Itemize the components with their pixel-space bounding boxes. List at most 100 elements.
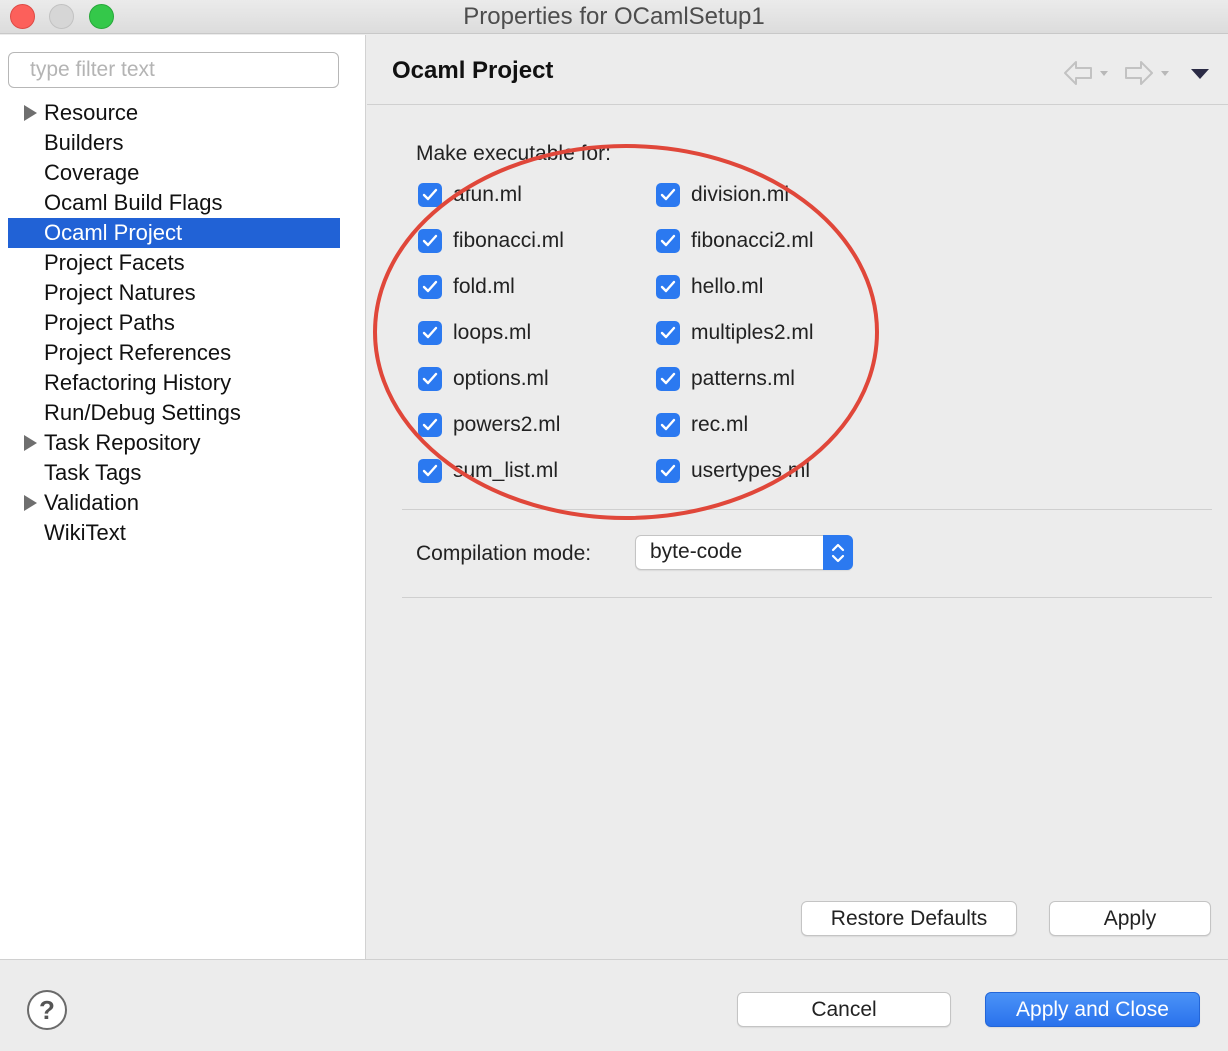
back-arrow-icon [1064,61,1108,85]
file-checkbox[interactable] [656,367,680,391]
file-checkbox[interactable] [656,321,680,345]
sidebar-item-project-natures[interactable]: Project Natures [8,278,340,308]
view-menu-icon[interactable] [1191,69,1209,79]
page-header: Ocaml Project [367,35,1228,105]
cancel-button[interactable]: Cancel [737,992,951,1027]
checkmark-icon [660,464,676,477]
file-checkbox[interactable] [656,229,680,253]
sidebar-item-resource[interactable]: Resource [8,98,340,128]
file-checkbox[interactable] [418,321,442,345]
sidebar-item-refactoring-history[interactable]: Refactoring History [8,368,340,398]
apply-and-close-button[interactable]: Apply and Close [985,992,1200,1027]
file-checkbox[interactable] [418,229,442,253]
file-checkbox-label: patterns.ml [691,367,795,390]
file-checkbox[interactable] [418,459,442,483]
file-checkbox[interactable] [418,413,442,437]
sidebar-item-coverage[interactable]: Coverage [8,158,340,188]
divider [402,597,1212,598]
file-checkbox-label: fold.ml [453,275,515,298]
sidebar-item-project-references[interactable]: Project References [8,338,340,368]
forward-button[interactable] [1124,59,1174,92]
file-checkbox-label: sum_list.ml [453,459,559,482]
dialog-footer: ? Cancel Apply and Close [0,959,1228,1051]
file-checkbox-label: usertypes.ml [691,459,811,482]
file-checkbox-label: fibonacci.ml [453,229,564,252]
checkmark-icon [660,234,676,247]
checkmark-icon [422,234,438,247]
checkmark-icon [422,188,438,201]
sidebar-item-ocaml-project[interactable]: Ocaml Project [8,218,340,248]
compilation-mode-label: Compilation mode: [416,542,592,565]
file-checkbox-label: powers2.ml [453,413,561,436]
window-title: Properties for OCamlSetup1 [463,3,765,30]
file-checkbox[interactable] [656,459,680,483]
file-checkbox-row[interactable]: usertypes.ml [656,457,810,485]
sidebar-item-project-paths[interactable]: Project Paths [8,308,340,338]
sidebar-item-wikitext[interactable]: WikiText [8,518,340,548]
compilation-mode-value: byte-code [650,540,743,563]
sidebar-item-builders[interactable]: Builders [8,128,340,158]
file-checkbox-label: options.ml [453,367,549,390]
file-checkbox-label: division.ml [691,183,790,206]
file-checkbox-row[interactable]: powers2.ml [418,411,560,439]
file-checkbox-label: loops.ml [453,321,532,344]
file-checkbox-label: multiples2.ml [691,321,814,344]
back-button[interactable] [1063,59,1113,92]
sidebar-item-run-debug-settings[interactable]: Run/Debug Settings [8,398,340,428]
sidebar-item-task-tags[interactable]: Task Tags [8,458,340,488]
file-checkbox-row[interactable]: multiples2.ml [656,319,814,347]
file-checkbox-row[interactable]: fibonacci2.ml [656,227,814,255]
expand-arrow-icon[interactable] [24,105,37,121]
checkmark-icon [422,280,438,293]
main-panel: Ocaml Project Make executable for: afun.… [367,35,1228,959]
file-checkbox-row[interactable]: hello.ml [656,273,763,301]
checkmark-icon [422,418,438,431]
checkmark-icon [660,188,676,201]
divider [402,509,1212,510]
file-checkbox-row[interactable]: rec.ml [656,411,748,439]
up-down-stepper-icon [823,535,853,570]
checkmark-icon [422,464,438,477]
file-checkbox-label: fibonacci2.ml [691,229,814,252]
file-checkbox[interactable] [418,275,442,299]
file-checkbox-row[interactable]: fold.ml [418,273,515,301]
sidebar-item-ocaml-build-flags[interactable]: Ocaml Build Flags [8,188,340,218]
file-checkbox[interactable] [656,275,680,299]
forward-arrow-icon [1125,61,1169,85]
checkmark-icon [422,372,438,385]
file-checkbox-label: rec.ml [691,413,749,436]
sidebar-item-task-repository[interactable]: Task Repository [8,428,340,458]
file-checkbox-row[interactable]: sum_list.ml [418,457,558,485]
page-title: Ocaml Project [392,57,554,84]
help-icon[interactable]: ? [27,990,67,1030]
checkmark-icon [660,326,676,339]
checkmark-icon [660,280,676,293]
file-checkbox-row[interactable]: patterns.ml [656,365,795,393]
sidebar-item-project-facets[interactable]: Project Facets [8,248,340,278]
compilation-mode-select[interactable]: byte-code [635,535,853,570]
file-checkbox-row[interactable]: loops.ml [418,319,531,347]
apply-button[interactable]: Apply [1049,901,1211,936]
file-checkbox[interactable] [656,183,680,207]
file-checkbox-row[interactable]: options.ml [418,365,549,393]
file-checkbox[interactable] [418,183,442,207]
file-checkbox-row[interactable]: division.ml [656,181,789,209]
checkmark-icon [660,418,676,431]
file-checkbox-label: afun.ml [453,183,522,206]
checkmark-icon [422,326,438,339]
checkmark-icon [660,372,676,385]
expand-arrow-icon[interactable] [24,435,37,451]
file-checkbox-label: hello.ml [691,275,764,298]
file-checkbox[interactable] [656,413,680,437]
restore-defaults-button[interactable]: Restore Defaults [801,901,1017,936]
expand-arrow-icon[interactable] [24,495,37,511]
make-executable-label: Make executable for: [416,142,611,165]
sidebar-item-validation[interactable]: Validation [8,488,340,518]
file-checkbox-row[interactable]: fibonacci.ml [418,227,564,255]
property-tree: Resource Builders Coverage Ocaml Build F… [8,98,340,548]
filter-input[interactable] [8,52,339,88]
window-titlebar: Properties for OCamlSetup1 [0,0,1228,34]
sidebar: Resource Builders Coverage Ocaml Build F… [0,35,366,959]
file-checkbox-row[interactable]: afun.ml [418,181,522,209]
file-checkbox[interactable] [418,367,442,391]
